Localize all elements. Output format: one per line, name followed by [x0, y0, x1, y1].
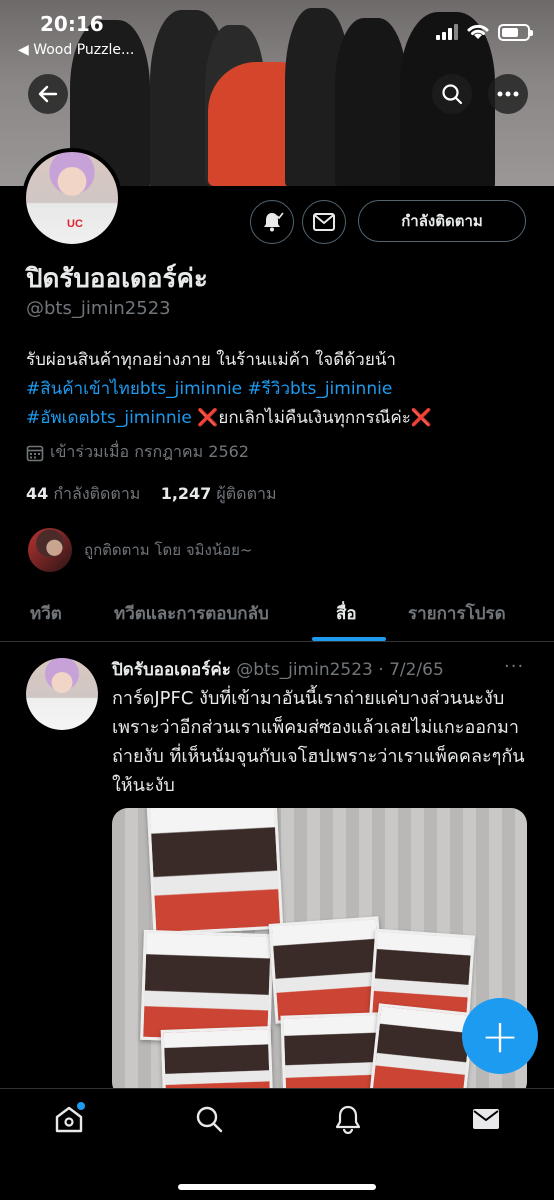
- follow-stats: 44 กำลังติดตาม 1,247 ผู้ติดตาม: [26, 482, 276, 507]
- more-options-button[interactable]: [488, 74, 528, 114]
- join-date-text: เข้าร่วมเมื่อ กรกฎาคม 2562: [50, 442, 249, 461]
- notifications-subscribe-button[interactable]: [250, 200, 294, 244]
- back-to-app-link[interactable]: ◀ Wood Puzzle...: [18, 42, 134, 58]
- search-button[interactable]: [432, 74, 472, 114]
- profile-tabs: ทวีต ทวีตและการตอบกลับ สื่อ รายการโปรด: [0, 592, 554, 642]
- photocard: [268, 916, 386, 1024]
- tweet-author-avatar[interactable]: [26, 658, 98, 730]
- back-button[interactable]: [28, 74, 68, 114]
- photocard: [146, 808, 284, 936]
- profile-avatar[interactable]: UC: [22, 148, 122, 248]
- search-nav-icon[interactable]: [194, 1104, 224, 1134]
- followed-by-text: ถูกติดตาม โดย จมิงน้อย~: [84, 541, 253, 559]
- tweet-author-name[interactable]: ปิดรับออเดอร์ค่ะ: [112, 660, 231, 680]
- tab-tweets[interactable]: ทวีต: [30, 600, 62, 627]
- battery-icon: [498, 24, 533, 41]
- more-icon: [497, 91, 519, 97]
- hashtag-link[interactable]: #สินค้าเข้าไทยbts_jiminnie: [26, 379, 242, 399]
- tweet-meta: @bts_jimin2523 · 7/2/65: [236, 660, 444, 680]
- followers-label: ผู้ติดตาม: [216, 484, 277, 503]
- cellular-signal-icon: [436, 24, 458, 40]
- bio-text: รับผ่อนสินค้าทุกอย่างภาย ในร้านแม่ค้า ใจ…: [26, 350, 396, 370]
- hashtag-link[interactable]: #รีวิวbts_jiminnie: [248, 379, 393, 399]
- tweet-more-button[interactable]: ···: [504, 656, 524, 677]
- new-tweets-indicator: [77, 1102, 85, 1110]
- join-date: เข้าร่วมเมื่อ กรกฎาคม 2562: [26, 440, 249, 465]
- profile-handle: @bts_jimin2523: [26, 298, 171, 319]
- follower-avatar: [28, 528, 72, 572]
- home-indicator[interactable]: [178, 1184, 376, 1190]
- tweet-media-image[interactable]: [112, 808, 527, 1098]
- profile-bio: รับผ่อนสินค้าทุกอย่างภาย ในร้านแม่ค้า ใจ…: [26, 346, 536, 433]
- bell-icon: [264, 212, 284, 232]
- back-arrow-icon: [38, 85, 58, 103]
- tweet-header: ปิดรับออเดอร์ค่ะ @bts_jimin2523 · 7/2/65: [112, 656, 444, 683]
- calendar-icon: [26, 445, 44, 461]
- wifi-icon: [467, 24, 489, 39]
- tweet-text: การ์ดJPFC งับที่เข้ามาอันนี้เราถ่ายแค่บา…: [112, 688, 525, 796]
- mail-icon: [313, 213, 335, 231]
- active-tab-indicator: [312, 637, 386, 641]
- cross-mark-emoji: ❌: [410, 408, 433, 428]
- notifications-icon[interactable]: [333, 1104, 363, 1134]
- compose-tweet-button[interactable]: +: [462, 998, 538, 1074]
- following-count: 44: [26, 484, 49, 503]
- followers-count: 1,247: [160, 484, 212, 503]
- search-icon: [442, 84, 463, 105]
- tab-tweets-replies[interactable]: ทวีตและการตอบกลับ: [114, 600, 269, 627]
- profile-display-name: ปิดรับออเดอร์ค่ะ: [26, 264, 208, 294]
- status-time: 20:16: [40, 12, 104, 36]
- status-bar: 20:16 ◀ Wood Puzzle...: [0, 0, 554, 60]
- followed-by-row[interactable]: ถูกติดตาม โดย จมิงน้อย~: [28, 528, 252, 572]
- avatar-shirt-print: UC: [67, 218, 83, 230]
- photocard: [369, 1003, 475, 1098]
- tab-media[interactable]: สื่อ: [336, 600, 357, 627]
- following-link[interactable]: 44 กำลังติดตาม: [26, 484, 140, 503]
- following-label: กำลังติดตาม: [53, 484, 141, 503]
- messages-icon[interactable]: [471, 1104, 501, 1134]
- following-button[interactable]: กำลังติดตาม: [358, 200, 526, 242]
- bio-notice: ยกเลิกไม่คืนเงินทุกกรณีค่ะ: [218, 408, 411, 428]
- cross-mark-emoji: ❌: [197, 408, 219, 428]
- followers-link[interactable]: 1,247 ผู้ติดตาม: [161, 484, 277, 503]
- photocard: [280, 1012, 384, 1098]
- message-button[interactable]: [302, 200, 346, 244]
- tab-likes[interactable]: รายการโปรด: [408, 600, 506, 627]
- hashtag-link[interactable]: #อัพเดตbts_jiminnie: [26, 408, 192, 428]
